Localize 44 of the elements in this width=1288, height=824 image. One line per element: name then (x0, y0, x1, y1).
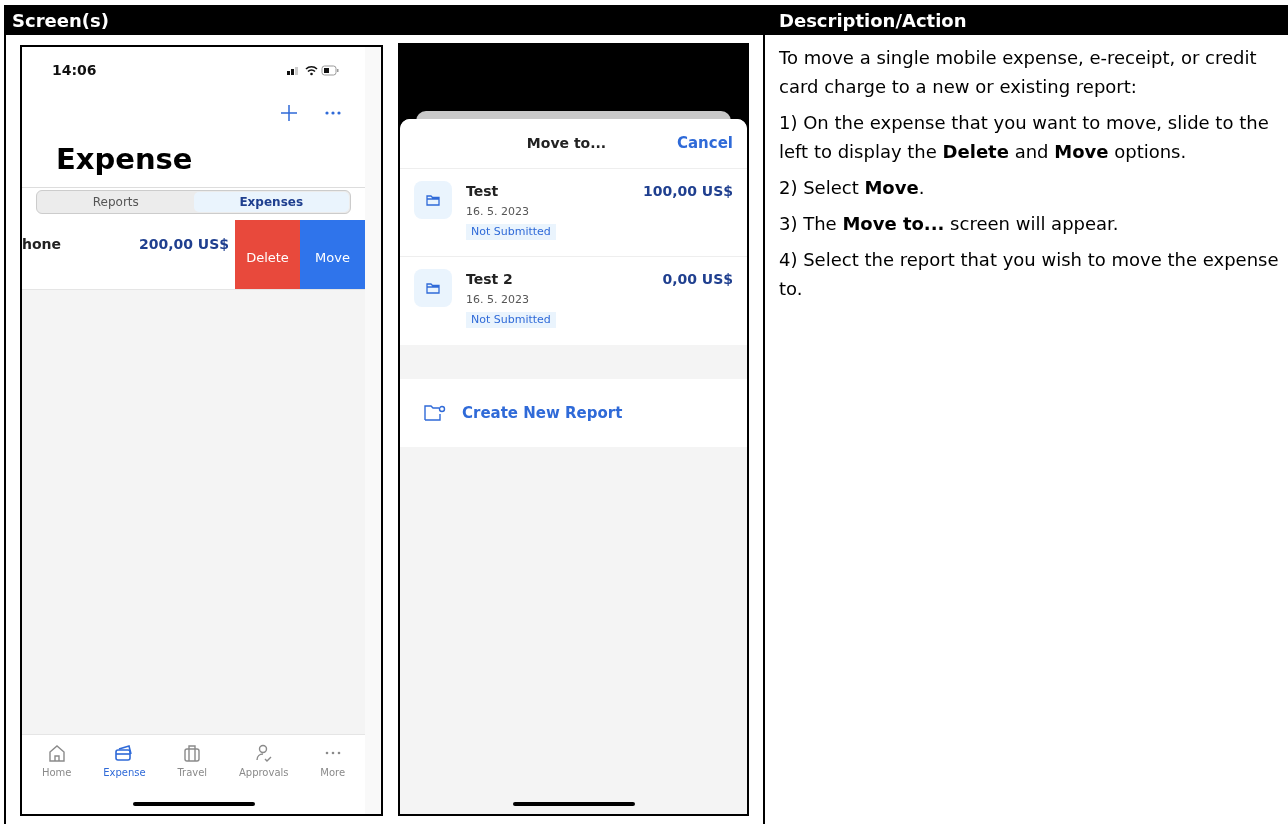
instruction-text: 3) The Move to... screen will appear. (779, 212, 1120, 236)
instruction-text: 4) Select the report that you wish to move the expense to. (779, 248, 1280, 301)
move-button[interactable]: Move (300, 220, 365, 289)
folder-icon (414, 269, 452, 307)
report-date: 16. 5. 2023 (466, 204, 530, 220)
folder-plus-icon (424, 405, 446, 421)
folder-icon (414, 181, 452, 219)
report-amount: 0,00 US$ (662, 270, 733, 289)
cards-icon (114, 743, 135, 763)
segment-tab[interactable]: Expenses (193, 192, 349, 212)
report-amount: 100,00 US$ (642, 182, 733, 201)
tab-bar-item[interactable]: Expense (103, 743, 146, 780)
report-name: Test 2 (466, 270, 513, 289)
cancel-button[interactable]: Cancel (677, 132, 733, 155)
tab-bar-item[interactable]: More (320, 743, 346, 780)
tab-bar-item[interactable]: Approvals (238, 743, 289, 780)
create-report-row[interactable]: Create New Report (400, 379, 747, 447)
instruction-text: To move a single mobile expense, e-receipt, or credit card charge to a new or existing report: (779, 46, 1258, 99)
column-header: Description/Action (778, 8, 967, 33)
expense-amount: 200,00 US$ (138, 235, 229, 254)
report-name: Test (466, 182, 499, 201)
status-badge: Not Submitted (466, 311, 556, 328)
briefcase-icon (182, 743, 203, 763)
screen-title: Expense (55, 141, 194, 178)
report-date: 16. 5. 2023 (466, 292, 530, 308)
instruction-text: 2) Select Move. (779, 176, 926, 200)
segment-tab[interactable]: Reports (38, 192, 194, 212)
add-icon[interactable] (281, 105, 297, 121)
more-icon[interactable] (325, 111, 341, 115)
status-badge: Not Submitted (466, 223, 556, 240)
status-icons (287, 64, 339, 76)
expense-name: hone (22, 235, 62, 254)
instruction-text: 1) On the expense that you want to move, slide to the left to display the Delete and Move options. (779, 111, 1270, 164)
home-icon (46, 743, 67, 763)
person-check-icon (253, 743, 274, 763)
tab-bar-item[interactable]: Home (41, 743, 72, 780)
sheet-title: Move to... (526, 134, 607, 153)
create-report-label: Create New Report (462, 402, 623, 424)
report-row[interactable]: Test 100,00 US$ 16. 5. 2023 Not Submitted (400, 169, 747, 257)
report-row[interactable]: Test 2 0,00 US$ 16. 5. 2023 Not Submitted (400, 257, 747, 345)
tab-bar-item[interactable]: Travel (177, 743, 208, 780)
status-time: 14:06 (52, 60, 97, 80)
column-header: Screen(s) (11, 8, 110, 33)
delete-button[interactable]: Delete (235, 220, 300, 289)
